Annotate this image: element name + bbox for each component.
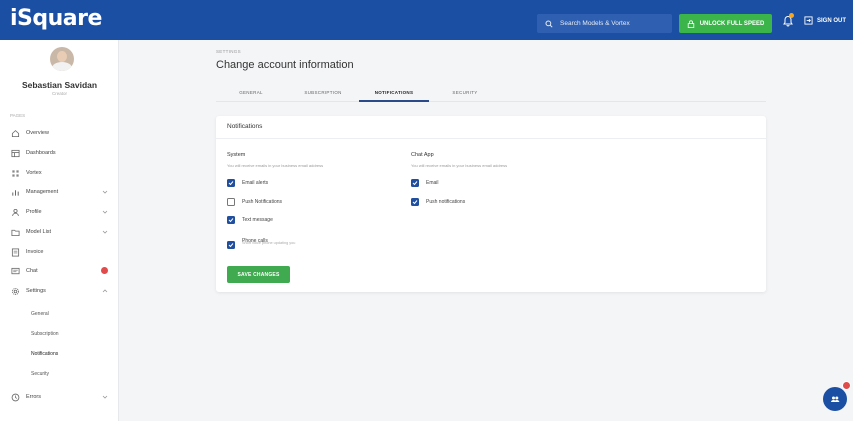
save-changes-button[interactable]: SAVE CHANGES bbox=[227, 266, 290, 283]
sidebar-item-label: Vortex bbox=[26, 170, 42, 176]
user-role: Creator bbox=[51, 91, 67, 96]
tab-security[interactable]: SECURITY bbox=[430, 84, 500, 102]
chevron-down-icon bbox=[102, 395, 108, 399]
chevron-up-icon bbox=[102, 289, 108, 293]
card-title: Notifications bbox=[227, 123, 263, 130]
option-label: Text message bbox=[242, 217, 273, 223]
gear-icon bbox=[10, 286, 20, 296]
sidebar-item-dashboards[interactable]: Dashboards bbox=[10, 147, 110, 159]
user-name: Sebastian Savidan bbox=[21, 80, 98, 90]
invoice-icon bbox=[10, 247, 20, 257]
chat-badge bbox=[101, 267, 108, 274]
option-text-message[interactable]: Text message bbox=[227, 216, 273, 224]
sidebar-item-label: Overview bbox=[26, 130, 49, 136]
system-group-title: System bbox=[227, 152, 246, 158]
grid-icon bbox=[10, 168, 20, 178]
chevron-down-icon bbox=[102, 190, 108, 194]
sidebar-item-label: Errors bbox=[26, 394, 41, 400]
sidebar-subitem-notifications[interactable]: Notifications bbox=[31, 351, 58, 357]
sidebar-item-settings[interactable]: Settings bbox=[10, 285, 110, 297]
settings-tabs: GENERAL SUBSCRIPTION NOTIFICATIONS SECUR… bbox=[216, 84, 766, 102]
chat-icon bbox=[10, 266, 20, 276]
avatar[interactable] bbox=[50, 47, 74, 71]
checkbox-checked[interactable] bbox=[227, 216, 235, 224]
search-placeholder: Search Models & Vortex bbox=[560, 20, 630, 27]
sign-out-button[interactable]: SIGN OUT bbox=[804, 16, 846, 25]
sidebar-item-label: Settings bbox=[26, 288, 46, 294]
users-icon bbox=[831, 396, 840, 402]
option-sub-text: Short voice phone updating you bbox=[242, 241, 296, 245]
tab-subscription[interactable]: SUBSCRIPTION bbox=[288, 84, 358, 102]
system-group-desc: You will receive emails in your business… bbox=[227, 163, 324, 168]
checkbox-checked[interactable] bbox=[411, 179, 419, 187]
tab-general[interactable]: GENERAL bbox=[216, 84, 286, 102]
unlock-full-speed-button[interactable]: UNLOCK FULL SPEED bbox=[679, 14, 772, 33]
notification-dot bbox=[789, 13, 794, 18]
sign-out-icon bbox=[804, 16, 813, 25]
sidebar-item-label: Chat bbox=[26, 268, 38, 274]
chat-fab-button[interactable] bbox=[823, 387, 847, 411]
clock-icon bbox=[10, 392, 20, 402]
sidebar-item-profile[interactable]: Profile bbox=[10, 206, 110, 218]
option-chat-email[interactable]: Email bbox=[411, 179, 439, 187]
chevron-down-icon bbox=[102, 210, 108, 214]
sidebar-section-label: PAGES bbox=[10, 113, 26, 118]
sidebar-item-label: Invoice bbox=[26, 249, 44, 255]
checkbox-checked[interactable] bbox=[227, 241, 235, 249]
option-label: Push Notifications bbox=[242, 199, 283, 205]
breadcrumb: SETTINGS bbox=[216, 49, 241, 54]
folder-icon bbox=[10, 227, 20, 237]
search-input[interactable]: Search Models & Vortex bbox=[537, 14, 672, 33]
chevron-down-icon bbox=[102, 230, 108, 234]
divider bbox=[216, 138, 766, 139]
checkbox-checked[interactable] bbox=[411, 198, 419, 206]
sidebar-subitem-subscription[interactable]: Subscription bbox=[31, 331, 59, 337]
sidebar-item-label: Model List bbox=[26, 229, 52, 235]
sign-out-label: SIGN OUT bbox=[817, 17, 847, 24]
option-label: Push notifications bbox=[426, 199, 466, 205]
sidebar-item-invoice[interactable]: Invoice bbox=[10, 246, 110, 258]
sidebar-item-label: Dashboards bbox=[26, 150, 56, 156]
lock-icon bbox=[687, 19, 694, 28]
unlock-label: UNLOCK FULL SPEED bbox=[699, 20, 765, 27]
sidebar-subitem-security[interactable]: Security bbox=[31, 371, 49, 377]
sidebar-item-errors[interactable]: Errors bbox=[10, 391, 110, 403]
analytics-icon bbox=[10, 187, 20, 197]
sidebar-item-label: Management bbox=[26, 189, 59, 195]
user-icon bbox=[10, 207, 20, 217]
page-title: Change account information bbox=[216, 59, 354, 71]
sidebar-item-management[interactable]: Management bbox=[10, 186, 110, 198]
search-icon bbox=[545, 19, 553, 28]
checkbox-checked[interactable] bbox=[227, 179, 235, 187]
option-push-notifications[interactable]: Push Notifications bbox=[227, 198, 282, 206]
tab-notifications[interactable]: NOTIFICATIONS bbox=[359, 84, 429, 102]
checkbox-unchecked[interactable] bbox=[227, 198, 235, 206]
sidebar-item-model-list[interactable]: Model List bbox=[10, 226, 110, 238]
app-logo[interactable]: iSquare bbox=[10, 6, 102, 31]
sidebar: Sebastian Savidan Creator PAGES Overview… bbox=[0, 40, 119, 421]
option-email-alerts[interactable]: Email alerts bbox=[227, 179, 268, 187]
fab-badge bbox=[842, 381, 851, 390]
sidebar-item-vortex[interactable]: Vortex bbox=[10, 167, 110, 179]
home-icon bbox=[10, 128, 20, 138]
sidebar-subitem-general[interactable]: General bbox=[31, 311, 49, 317]
option-label: Email alerts bbox=[242, 180, 269, 186]
option-label: Email bbox=[426, 180, 439, 186]
sidebar-item-chat[interactable]: Chat bbox=[10, 265, 110, 277]
chat-app-group-desc: You will receive emails in your business… bbox=[411, 163, 508, 168]
top-bar: iSquare Search Models & Vortex UNLOCK FU… bbox=[0, 0, 853, 40]
sidebar-item-overview[interactable]: Overview bbox=[10, 127, 110, 139]
dashboard-icon bbox=[10, 148, 20, 158]
sidebar-item-label: Profile bbox=[26, 209, 42, 215]
notifications-card: Notifications System You will receive em… bbox=[216, 116, 766, 292]
chat-app-group-title: Chat App bbox=[411, 152, 434, 158]
option-chat-push-notifications[interactable]: Push notifications bbox=[411, 198, 465, 206]
